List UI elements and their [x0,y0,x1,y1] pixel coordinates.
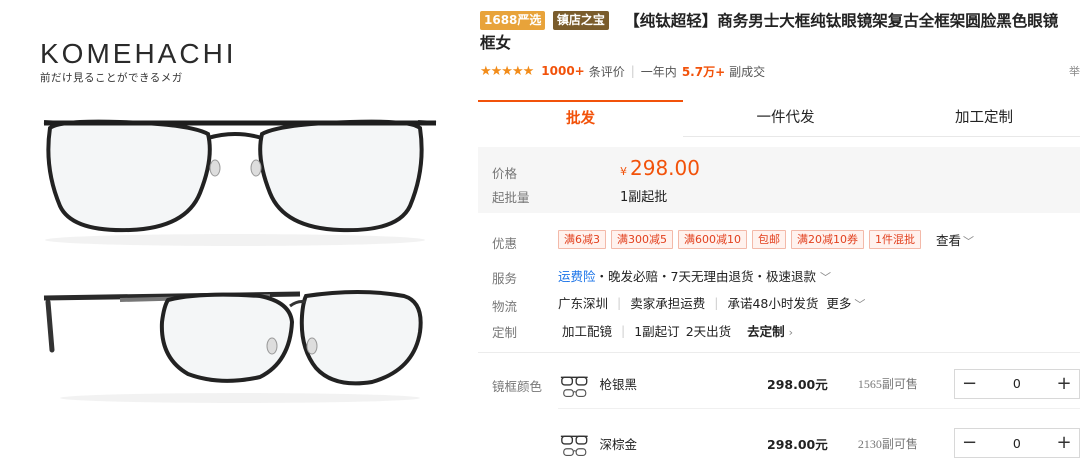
service-label: 服务 [492,271,518,286]
product-meta: ★★★★★ 1000+ 条评价 | 一年内 5.7万+ 副成交 举 [480,62,1080,80]
currency-symbol: ¥ [620,165,627,178]
customize-label: 定制 [492,325,518,340]
rating-stars-icon: ★★★★★ [480,63,534,79]
sku-color-label: 镜框颜色 [492,379,543,394]
section-divider [478,352,1080,353]
customize-service: 加工配镜 [562,324,613,339]
sku-stock: 2130副可售 [857,436,918,451]
moq-label: 起批量 [492,190,530,205]
tab-wholesale[interactable]: 批发 [478,100,683,137]
sku-row: 深棕金 298.00元 2130副可售 − 0 + [558,418,1080,464]
review-count[interactable]: 1000+ [541,64,584,78]
sku-price: 298.00元 [767,377,828,392]
tab-custom-processing[interactable]: 加工定制 [888,100,1080,137]
price-box: 价格 ¥298.00 起批量 1副起批 [478,147,1080,213]
increase-button[interactable]: + [1049,370,1079,398]
shipping-fee: 卖家承担运费 [630,296,706,311]
ship-origin[interactable]: 广东深圳 [558,293,608,312]
sales-label: 副成交 [729,64,766,79]
sales-period: 一年内 [640,64,677,79]
badge-yanxuan: 1688严选 [480,11,546,30]
shipping-insurance-link[interactable]: 运费险 [558,269,596,284]
promotions-label: 优惠 [492,236,518,251]
coupon-tag[interactable]: 包邮 [752,230,786,249]
service-info[interactable]: 运费险・晚发必赔・7天无理由退货・极速退款 ﹀ [558,266,831,285]
sku-name: 枪银黑 [599,377,638,392]
price-amount: 298.00 [630,156,700,180]
see-all-label: 查看 [936,233,962,248]
logistics-info: 广东深圳 | 卖家承担运费 | 承诺48小时发货 更多 ﹀ [558,293,865,312]
chevron-down-icon: ﹀ [854,298,866,311]
service-items: ・晚发必赔・7天无理由退货・极速退款 [595,269,816,284]
more-label: 更多 [826,296,852,311]
review-label[interactable]: 条评价 [589,63,625,80]
quantity-stepper: − 0 + [953,368,1080,399]
go-customize-link[interactable]: 去定制 › [747,321,793,340]
glasses-angle-image [43,290,423,403]
divider: | [617,295,622,310]
divider: | [714,295,719,310]
customize-lead-time: 2天出货 [685,324,732,339]
sku-price: 298.00元 [767,436,828,452]
report-link[interactable]: 举 [1069,63,1080,79]
quantity-input[interactable]: 0 [985,376,1049,391]
tab-dropship[interactable]: 一件代发 [683,100,888,137]
price-value: ¥298.00 [620,156,700,180]
meta-divider: | [630,64,635,78]
sku-name: 深棕金 [599,436,638,452]
brand-logo: KOMEHACHI [40,38,237,69]
quantity-stepper: − 0 + [953,428,1080,458]
sku-stock: 1565副可售 [857,377,918,391]
customize-info: 加工配镜 | 1副起订 2天出货 去定制 › [562,321,793,340]
sku-thumbnail-glasses-icon[interactable] [558,367,591,401]
glasses-front-image [43,119,437,246]
see-all-promotions-button[interactable]: 查看 ﹀ [936,230,974,249]
ship-promise: 承诺48小时发货 [727,296,819,311]
coupon-list: 满6减3 满300减5 满600减10 包邮 满20减10券 1件混批 查看 ﹀ [558,230,974,249]
coupon-tag[interactable]: 满600减10 [678,230,747,249]
logistics-more-button[interactable]: 更多 ﹀ [826,293,865,312]
coupon-tag[interactable]: 满300减5 [611,230,673,249]
coupon-tag[interactable]: 满20减10券 [791,230,864,249]
product-title-row: 1688严选 镇店之宝 【纯钛超轻】商务男士大框纯钛眼镜架复古全框架圆脸黑色眼镜… [480,10,1065,54]
product-image[interactable]: KOMEHACHI 前だけ見ることができるメガ [0,0,470,464]
quantity-input[interactable]: 0 [985,436,1049,451]
logistics-label: 物流 [492,299,518,314]
increase-button[interactable]: + [1049,429,1079,457]
divider: | [621,323,626,338]
purchase-mode-tabs: 批发 一件代发 加工定制 [478,100,1080,137]
chevron-down-icon: ﹀ [963,235,975,248]
decrease-button[interactable]: − [955,429,985,457]
sku-row: 枪银黑 298.00元 1565副可售 − 0 + [558,359,1080,409]
coupon-tag[interactable]: 满6减3 [558,230,606,249]
coupon-tag[interactable]: 1件混批 [869,230,921,249]
customize-moq: 1副起订 [634,324,680,339]
badge-zhendian: 镇店之宝 [552,11,609,30]
sku-thumbnail-glasses-icon[interactable] [558,426,591,460]
sales-count: 5.7万+ [681,64,726,79]
brand-tagline: 前だけ見ることができるメガ [40,72,183,84]
decrease-button[interactable]: − [955,370,985,398]
chevron-down-icon: ﹀ [819,271,831,284]
price-label: 价格 [492,166,518,181]
product-detail-panel: 1688严选 镇店之宝 【纯钛超轻】商务男士大框纯钛眼镜架复古全框架圆脸黑色眼镜… [478,0,1080,464]
go-customize-label: 去定制 [747,324,785,339]
chevron-right-icon: › [788,326,794,339]
moq-value: 1副起批 [620,190,668,205]
